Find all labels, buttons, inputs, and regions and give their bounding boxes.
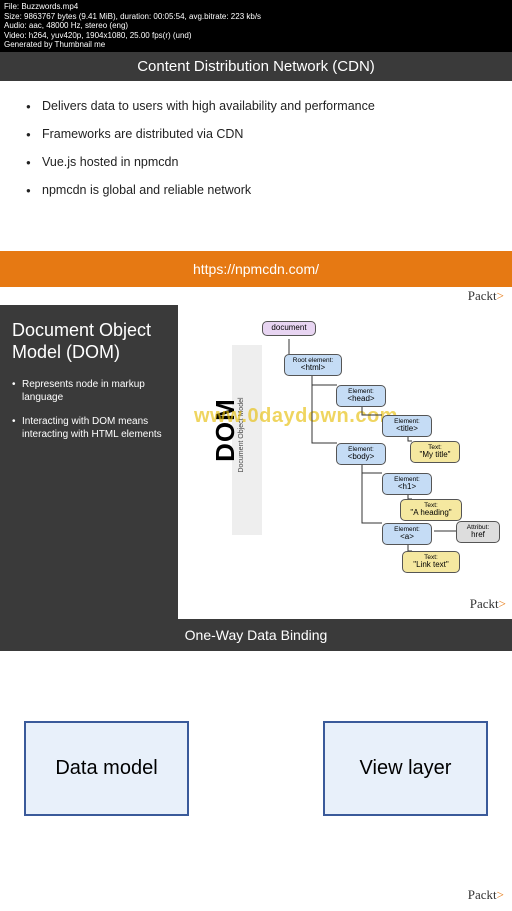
- dom-node-h1: Element:<h1>: [382, 473, 432, 495]
- meta-audio: Audio: aac, 48000 Hz, stereo (eng): [4, 21, 508, 31]
- dom-node-title: Element:<title>: [382, 415, 432, 437]
- meta-video: Video: h264, yuv420p, 1904x1080, 25.00 f…: [4, 31, 508, 41]
- dom-node-a: Element:<a>: [382, 523, 432, 545]
- dom-node-title-text: Text:"My title": [410, 441, 460, 463]
- dom-node-html: Root element:<html>: [284, 354, 342, 376]
- slide3-title: One-Way Data Binding: [0, 619, 512, 651]
- meta-size: Size: 9863767 bytes (9.41 MiB), duration…: [4, 12, 508, 22]
- slide1-title: Content Distribution Network (CDN): [0, 52, 512, 81]
- slide1-bullet: npmcdn is global and reliable network: [26, 183, 486, 197]
- dom-node-head: Element:<head>: [336, 385, 386, 407]
- brand-row: Packt>: [0, 287, 512, 305]
- brand-logo: Packt>: [468, 288, 504, 303]
- dom-node-body: Element:<body>: [336, 443, 386, 465]
- slide2-bullet: Represents node in markup language: [12, 378, 166, 405]
- slide1-bullet: Vue.js hosted in npmcdn: [26, 155, 486, 169]
- dom-node-a-text: Text:"Link text": [402, 551, 460, 573]
- slide2-sidebar: Document Object Model (DOM) Represents n…: [0, 305, 178, 619]
- video-metadata-overlay: File: Buzzwords.mp4 Size: 9863767 bytes …: [0, 0, 512, 52]
- meta-gen: Generated by Thumbnail me: [4, 40, 508, 50]
- data-model-box: Data model: [24, 721, 189, 816]
- brand-row: Packt>: [0, 856, 512, 904]
- slide2-title: Document Object Model (DOM): [12, 319, 166, 364]
- slide1-bullet: Frameworks are distributed via CDN: [26, 127, 486, 141]
- brand-logo: Packt>: [470, 596, 506, 611]
- slide2: Document Object Model (DOM) Represents n…: [0, 305, 512, 619]
- brand-logo: Packt>: [468, 887, 504, 902]
- meta-file: File: Buzzwords.mp4: [4, 2, 508, 12]
- dom-node-document: document: [262, 321, 316, 336]
- slide2-bullet: Interacting with DOM means interacting w…: [12, 415, 166, 442]
- slide1-body: Delivers data to users with high availab…: [0, 81, 512, 251]
- url-banner: https://npmcdn.com/: [0, 251, 512, 287]
- slide2-diagram: DOM Document Object Model www.0daydown.c…: [178, 305, 512, 619]
- slide3-body: Data model View layer: [0, 651, 512, 856]
- dom-node-h1-text: Text:"A heading": [400, 499, 462, 521]
- brand-row: Packt>: [184, 595, 506, 613]
- view-layer-box: View layer: [323, 721, 488, 816]
- slide1-bullet: Delivers data to users with high availab…: [26, 99, 486, 113]
- dom-node-href: Attribut:href: [456, 521, 500, 543]
